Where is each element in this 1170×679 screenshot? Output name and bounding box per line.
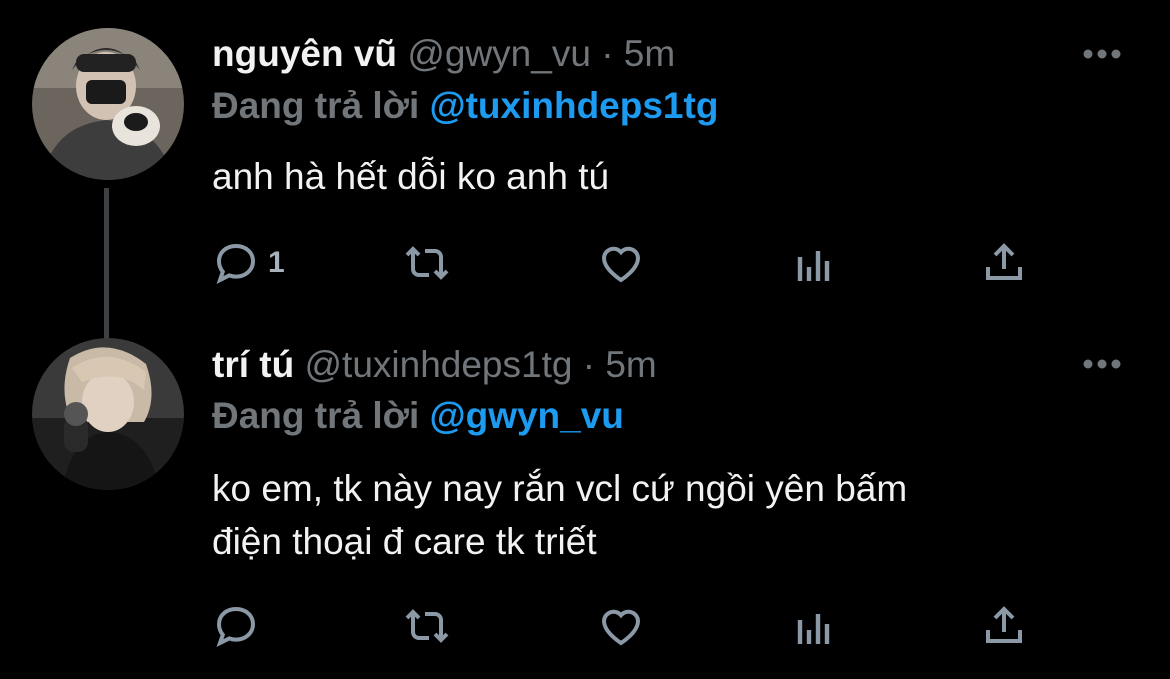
share-icon (986, 606, 1022, 643)
avatar[interactable] (32, 338, 184, 490)
tweet-header: trí tú @tuxinhdeps1tg · 5m (212, 343, 1050, 387)
tweet[interactable]: trí tú @tuxinhdeps1tg · 5m Đang trả lời … (0, 0, 1170, 679)
retweet-button[interactable] (403, 596, 451, 656)
timestamp[interactable]: 5m (605, 344, 656, 385)
like-icon (601, 609, 641, 646)
analytics-button[interactable] (790, 596, 838, 656)
retweet-icon (405, 609, 449, 643)
like-button[interactable] (597, 596, 645, 656)
separator-dot: · (582, 344, 596, 385)
tweet-text-line: điện thoại đ care tk triết (212, 521, 597, 562)
reply-button[interactable] (212, 596, 260, 656)
tweet-text: ko em, tk này nay rắn vcl cứ ngồi yên bấ… (212, 462, 1090, 568)
replying-to-line: Đang trả lời @gwyn_vu (212, 394, 624, 438)
user-handle[interactable]: @tuxinhdeps1tg (304, 344, 572, 385)
share-button[interactable] (980, 596, 1028, 656)
mention-link[interactable]: @gwyn_vu (430, 395, 624, 436)
more-icon[interactable] (1082, 344, 1122, 384)
analytics-icon (797, 614, 830, 644)
replying-to-label: Đang trả lời (212, 395, 420, 436)
display-name[interactable]: trí tú (212, 344, 294, 385)
tweet-actions (0, 596, 1170, 656)
tweet-text-line: ko em, tk này nay rắn vcl cứ ngồi yên bấ… (212, 468, 908, 509)
reply-icon (216, 606, 256, 647)
